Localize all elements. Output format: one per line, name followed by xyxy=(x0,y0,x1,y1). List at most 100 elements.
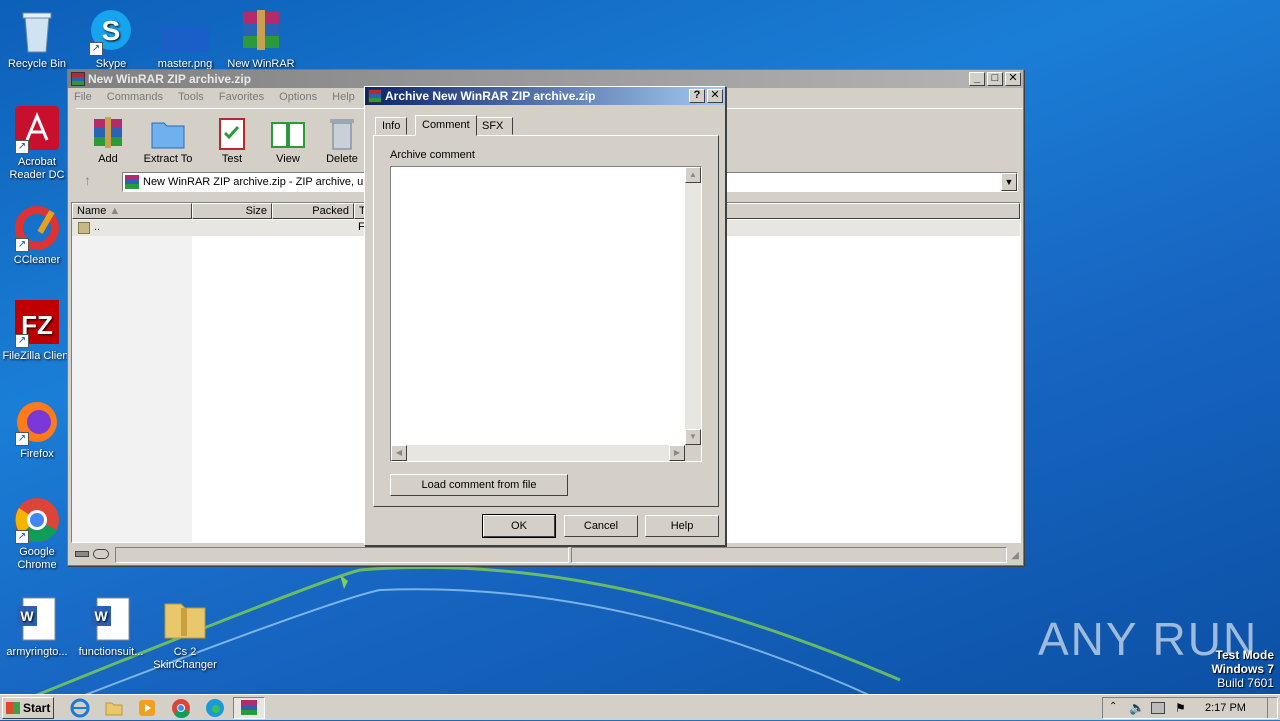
show-hidden-icons-button[interactable]: ⌃ xyxy=(1109,701,1117,712)
os-name-line: Windows 7 xyxy=(1211,662,1274,676)
start-label: Start xyxy=(23,701,51,715)
scroll-right-button[interactable]: ▶ xyxy=(669,445,685,461)
toolbar-delete-button[interactable]: Delete xyxy=(312,115,372,165)
system-tray: ⌃ 🔈 ⚑ 2:17 PM xyxy=(1102,697,1278,719)
resize-grip-icon[interactable]: ◢ xyxy=(1011,550,1019,561)
shortcut-arrow-icon: ↗ xyxy=(89,42,103,56)
svg-text:W: W xyxy=(94,608,108,624)
horizontal-scrollbar[interactable]: ◀ ▶ xyxy=(391,445,685,461)
toolbar-test-button[interactable]: Test xyxy=(202,115,262,165)
show-desktop-button[interactable] xyxy=(1267,698,1277,718)
drive-icon xyxy=(75,551,89,557)
desktop-icon-firefox[interactable]: ↗ Firefox xyxy=(0,398,74,461)
word-document-icon: W xyxy=(87,596,135,644)
desktop-icon-label: Firefox xyxy=(20,448,54,460)
scroll-left-button[interactable]: ◀ xyxy=(391,445,407,461)
help-button[interactable]: Help xyxy=(645,515,719,537)
network-icon[interactable] xyxy=(1151,702,1165,714)
comment-label: Archive comment xyxy=(390,149,475,161)
winrar-app-icon xyxy=(368,89,382,103)
tab-sfx[interactable]: SFX xyxy=(475,117,513,135)
ie-icon[interactable] xyxy=(70,698,90,718)
menu-file[interactable]: File xyxy=(68,88,98,106)
name-column-shade xyxy=(72,219,192,542)
desktop-icon-new-winrar[interactable]: New WinRAR xyxy=(224,8,298,71)
clock[interactable]: 2:17 PM xyxy=(1205,702,1246,714)
desktop-icon-armyringtones[interactable]: W armyringto... xyxy=(0,596,74,659)
volume-icon[interactable]: 🔈 xyxy=(1129,700,1145,716)
tab-panel: Archive comment ▲ ▼ ◀ ▶ Load comment fro… xyxy=(373,135,719,507)
shortcut-arrow-icon: ↗ xyxy=(15,530,29,544)
up-arrow-icon[interactable]: ↑ xyxy=(84,172,91,188)
extract-folder-icon xyxy=(150,115,186,151)
desktop-icon-ccleaner[interactable]: ↗ CCleaner xyxy=(0,204,74,267)
desktop-icon-label: Recycle Bin xyxy=(7,58,67,70)
menu-tools[interactable]: Tools xyxy=(172,88,210,106)
toolbar-label: Add xyxy=(98,153,118,165)
edge-icon[interactable] xyxy=(205,698,225,718)
toolbar-view-button[interactable]: View xyxy=(258,115,318,165)
menu-options[interactable]: Options xyxy=(273,88,323,106)
chrome-icon[interactable] xyxy=(171,698,191,719)
firefox-icon: ↗ xyxy=(13,398,61,446)
shortcut-arrow-icon: ↗ xyxy=(15,432,29,446)
desktop-icon-skype[interactable]: S ↗ Skype xyxy=(74,8,148,71)
column-size[interactable]: Size xyxy=(192,203,272,219)
path-text: New WinRAR ZIP archive.zip - ZIP archive… xyxy=(143,176,370,188)
vertical-scrollbar[interactable]: ▲ ▼ xyxy=(685,167,701,445)
toolbar-label: Test xyxy=(221,153,243,165)
desktop-icon-filezilla[interactable]: FZ ↗ FileZilla Client xyxy=(0,300,74,363)
ccleaner-icon: ↗ xyxy=(13,204,61,252)
shortcut-arrow-icon: ↗ xyxy=(15,238,29,252)
media-player-icon[interactable] xyxy=(137,698,157,718)
archive-small-icon xyxy=(125,175,139,189)
menu-commands[interactable]: Commands xyxy=(101,88,169,106)
desktop-icon-chrome[interactable]: ↗ Google Chrome xyxy=(0,496,74,572)
dialog-title: Archive New WinRAR ZIP archive.zip xyxy=(385,89,596,103)
scroll-down-button[interactable]: ▼ xyxy=(685,429,701,445)
close-button[interactable]: ✕ xyxy=(1005,72,1021,86)
ok-button[interactable]: OK xyxy=(482,514,556,538)
start-button[interactable]: Start xyxy=(2,697,54,719)
svg-text:W: W xyxy=(20,608,34,624)
column-packed[interactable]: Packed xyxy=(272,203,354,219)
winrar-title: New WinRAR ZIP archive.zip xyxy=(88,72,252,86)
scroll-up-button[interactable]: ▲ xyxy=(685,167,701,183)
winrar-archive-icon xyxy=(237,8,285,56)
dialog-close-button[interactable]: ✕ xyxy=(707,89,723,103)
sort-up-icon: ▲ xyxy=(109,205,121,217)
menu-help[interactable]: Help xyxy=(326,88,361,106)
desktop-icon-label: FileZilla Client xyxy=(2,350,72,362)
column-name[interactable]: Name ▲ xyxy=(72,203,192,219)
desktop-icon-master-png[interactable]: master.png xyxy=(148,8,222,71)
test-clipboard-icon xyxy=(214,115,250,151)
dialog-titlebar[interactable]: Archive New WinRAR ZIP archive.zip ? ✕ xyxy=(365,87,725,105)
toolbar-extract-button[interactable]: Extract To xyxy=(138,115,198,165)
build-line: Build 7601 xyxy=(1217,676,1274,690)
desktop-icon-label: Google Chrome xyxy=(17,546,57,571)
desktop-icon-label: functionsuit... xyxy=(78,646,144,658)
tab-comment[interactable]: Comment xyxy=(415,115,477,136)
flag-icon[interactable]: ⚑ xyxy=(1175,701,1186,715)
comment-textarea[interactable]: ▲ ▼ ◀ ▶ xyxy=(390,166,702,462)
desktop-icon-cs2-skinchanger[interactable]: Cs 2 SkinChanger xyxy=(148,596,222,672)
menu-favorites[interactable]: Favorites xyxy=(213,88,270,106)
toolbar-add-button[interactable]: Add xyxy=(78,115,138,165)
desktop-icon-recycle-bin[interactable]: Recycle Bin xyxy=(0,8,74,71)
load-comment-button[interactable]: Load comment from file xyxy=(390,474,568,496)
status-pane-right xyxy=(571,547,1007,563)
tab-info[interactable]: Info xyxy=(375,117,408,135)
maximize-button[interactable]: □ xyxy=(987,72,1003,86)
path-dropdown-button[interactable]: ▼ xyxy=(1001,173,1017,191)
context-help-button[interactable]: ? xyxy=(689,89,705,103)
desktop-icon-functionsuit[interactable]: W functionsuit... xyxy=(74,596,148,659)
recycle-bin-icon xyxy=(13,8,61,56)
toolbar-label: View xyxy=(276,153,300,165)
desktop-icon-label: armyringto... xyxy=(6,646,68,658)
desktop-icon-acrobat[interactable]: ↗ Acrobat Reader DC xyxy=(0,106,74,182)
winrar-icon[interactable] xyxy=(233,697,265,719)
cancel-button[interactable]: Cancel xyxy=(564,515,638,537)
minimize-button[interactable]: _ xyxy=(969,72,985,86)
folder-up-icon xyxy=(78,222,90,234)
explorer-icon[interactable] xyxy=(104,698,124,718)
